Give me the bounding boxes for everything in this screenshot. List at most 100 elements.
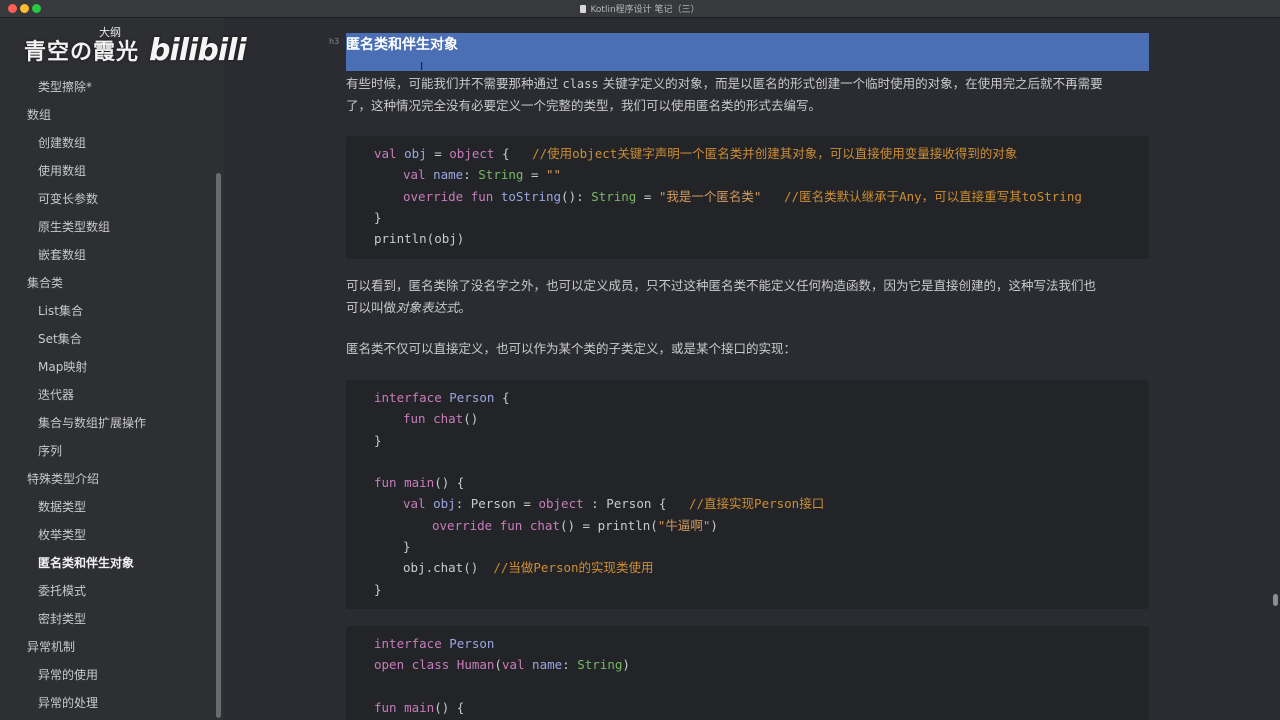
code-token: String: [478, 167, 524, 183]
sidebar-item-exceptions[interactable]: 异常机制: [27, 638, 75, 655]
code-token: interface: [374, 636, 442, 651]
sidebar-item-exception-usage[interactable]: 异常的使用: [38, 666, 98, 683]
editor-scrollbar[interactable]: [1273, 594, 1278, 606]
code-token: () = println(: [559, 517, 658, 533]
para2-emphasis: 对象表达式: [396, 300, 459, 315]
sidebar-item-varargs[interactable]: 可变长参数: [38, 190, 98, 207]
sidebar-item-special-types[interactable]: 特殊类型介绍: [27, 470, 99, 487]
code-line: val obj: Person = object : Person { //直接…: [346, 493, 1149, 514]
sidebar-item-iterator[interactable]: 迭代器: [38, 386, 74, 403]
window-title: Kotlin程序设计 笔记（三）: [0, 2, 1280, 15]
code-token: override fun: [403, 188, 494, 204]
code-token: val: [501, 657, 525, 673]
sidebar-item-delegation[interactable]: 委托模式: [38, 582, 86, 599]
code-line: }: [346, 536, 1149, 557]
code-token: }: [374, 581, 382, 597]
sidebar-item-enum[interactable]: 枚举类型: [38, 526, 86, 543]
bilibili-logo: bilibili: [149, 33, 247, 68]
code-comment: //直接实现Person接口: [689, 496, 825, 512]
para1-text-c: 了，这种情况完全没有必要定义一个完整的类型，我们可以使用匿名类的形式去编写。: [346, 98, 822, 113]
paragraph-subclass[interactable]: 匿名类不仅可以直接定义，也可以作为某个类的子类定义，或是某个接口的实现：: [346, 338, 1151, 360]
sidebar-item-sealed[interactable]: 密封类型: [38, 610, 86, 627]
sidebar-item-exception-handling[interactable]: 异常的处理: [38, 694, 98, 711]
sidebar-item-sequence[interactable]: 序列: [38, 442, 62, 459]
code-line: obj.chat() //当做Person的实现类使用: [346, 557, 1149, 578]
code-token: "牛逼啊": [657, 517, 711, 533]
code-token: override fun: [432, 517, 523, 533]
code-token: :: [463, 167, 479, 183]
code-token: String: [577, 657, 623, 673]
sidebar-scrollbar[interactable]: [216, 173, 221, 718]
code-line: val obj = object { //使用object关键字声明一个匿名类并…: [346, 143, 1149, 164]
code-token: toString: [493, 188, 562, 204]
code-line: fun chat(): [346, 408, 1149, 429]
code-line: interface Person: [346, 633, 1149, 654]
heading-selection: [346, 33, 1149, 71]
code-token: () {: [434, 699, 465, 715]
sidebar-item-data-class[interactable]: 数据类型: [38, 498, 86, 515]
para2-text-b: 可以叫做: [346, 300, 397, 315]
paragraph-intro[interactable]: 有些时候，可能我们并不需要那种通过 class 关键字定义的对象，而是以匿名的形…: [346, 73, 1151, 117]
sidebar-item-create-array[interactable]: 创建数组: [38, 134, 86, 151]
sidebar-item-type-erasure[interactable]: 类型擦除*: [38, 78, 92, 95]
sidebar-item-nested-arrays[interactable]: 嵌套数组: [38, 246, 86, 263]
code-block-2[interactable]: interface Person { fun chat() } fun main…: [346, 380, 1149, 609]
code-line: println(obj): [346, 228, 1149, 249]
code-token: Human: [449, 657, 495, 673]
code-token: }: [374, 209, 382, 225]
code-token: (): [463, 411, 479, 427]
window-title-text: Kotlin程序设计 笔记（三）: [590, 5, 700, 15]
code-token: object: [538, 496, 584, 512]
sidebar-item-anonymous-class[interactable]: 匿名类和伴生对象: [38, 554, 134, 571]
code-token: chat: [522, 517, 560, 533]
watermark: 青空の霞光 大纲 bilibili: [24, 26, 247, 68]
code-token: val: [374, 146, 397, 161]
code-token: Person: [441, 636, 495, 651]
outline-label: 大纲: [99, 26, 121, 39]
sidebar-item-arrays[interactable]: 数组: [27, 106, 51, 123]
code-token: }: [403, 539, 411, 555]
code-token: () {: [434, 475, 465, 491]
code-token: val: [403, 167, 426, 183]
code-token: String: [591, 188, 637, 204]
para2-text-c: 。: [458, 300, 472, 315]
code-token: obj: [396, 146, 427, 161]
code-token: {: [494, 146, 533, 161]
code-token: object: [449, 146, 495, 161]
paragraph-anonymous-explain[interactable]: 可以看到，匿名类除了没名字之外，也可以定义成员，只不过这种匿名类不能定义任何构造…: [346, 275, 1151, 319]
sidebar-item-use-array[interactable]: 使用数组: [38, 162, 86, 179]
code-token: ): [622, 657, 630, 673]
code-token: "我是一个匿名类": [658, 188, 762, 204]
code-token: =: [636, 188, 659, 204]
editor-content[interactable]: h3 匿名类和伴生对象 I 有些时候，可能我们并不需要那种通过 class 关键…: [224, 18, 1280, 720]
inline-code-class: class: [562, 77, 599, 91]
code-line: }: [346, 579, 1149, 600]
code-token: name: [425, 167, 464, 183]
code-token: fun: [374, 699, 397, 715]
code-line: fun main() {: [346, 697, 1149, 718]
code-token: interface: [374, 390, 442, 405]
code-comment: //使用object关键字声明一个匿名类并创建其对象，可以直接使用变量接收得到的…: [532, 146, 1018, 161]
section-heading[interactable]: 匿名类和伴生对象: [346, 34, 458, 54]
code-token: (: [494, 657, 502, 673]
code-block-1[interactable]: val obj = object { //使用object关键字声明一个匿名类并…: [346, 136, 1149, 259]
sidebar-item-primitive-arrays[interactable]: 原生类型数组: [38, 218, 110, 235]
code-line: }: [346, 207, 1149, 228]
code-token: : Person =: [455, 496, 539, 512]
code-block-3[interactable]: interface Person open class Human(val na…: [346, 626, 1149, 720]
sidebar-item-collections[interactable]: 集合类: [27, 274, 63, 291]
sidebar-item-extensions[interactable]: 集合与数组扩展操作: [38, 414, 146, 431]
code-comment: //匿名类默认继承于Any，可以直接重写其toString: [784, 188, 1082, 204]
heading-level-marker: h3: [329, 37, 340, 46]
sidebar-item-set[interactable]: Set集合: [38, 330, 82, 347]
code-token: name: [524, 657, 563, 673]
sidebar-item-map[interactable]: Map映射: [38, 358, 87, 375]
code-token: {: [494, 390, 510, 405]
code-token: main: [396, 699, 435, 715]
code-line: fun main() {: [346, 472, 1149, 493]
para2-text-a: 可以看到，匿名类除了没名字之外，也可以定义成员，只不过这种匿名类不能定义任何构造…: [346, 278, 1097, 293]
code-token: ): [710, 517, 718, 533]
sidebar-item-list[interactable]: List集合: [38, 302, 83, 319]
